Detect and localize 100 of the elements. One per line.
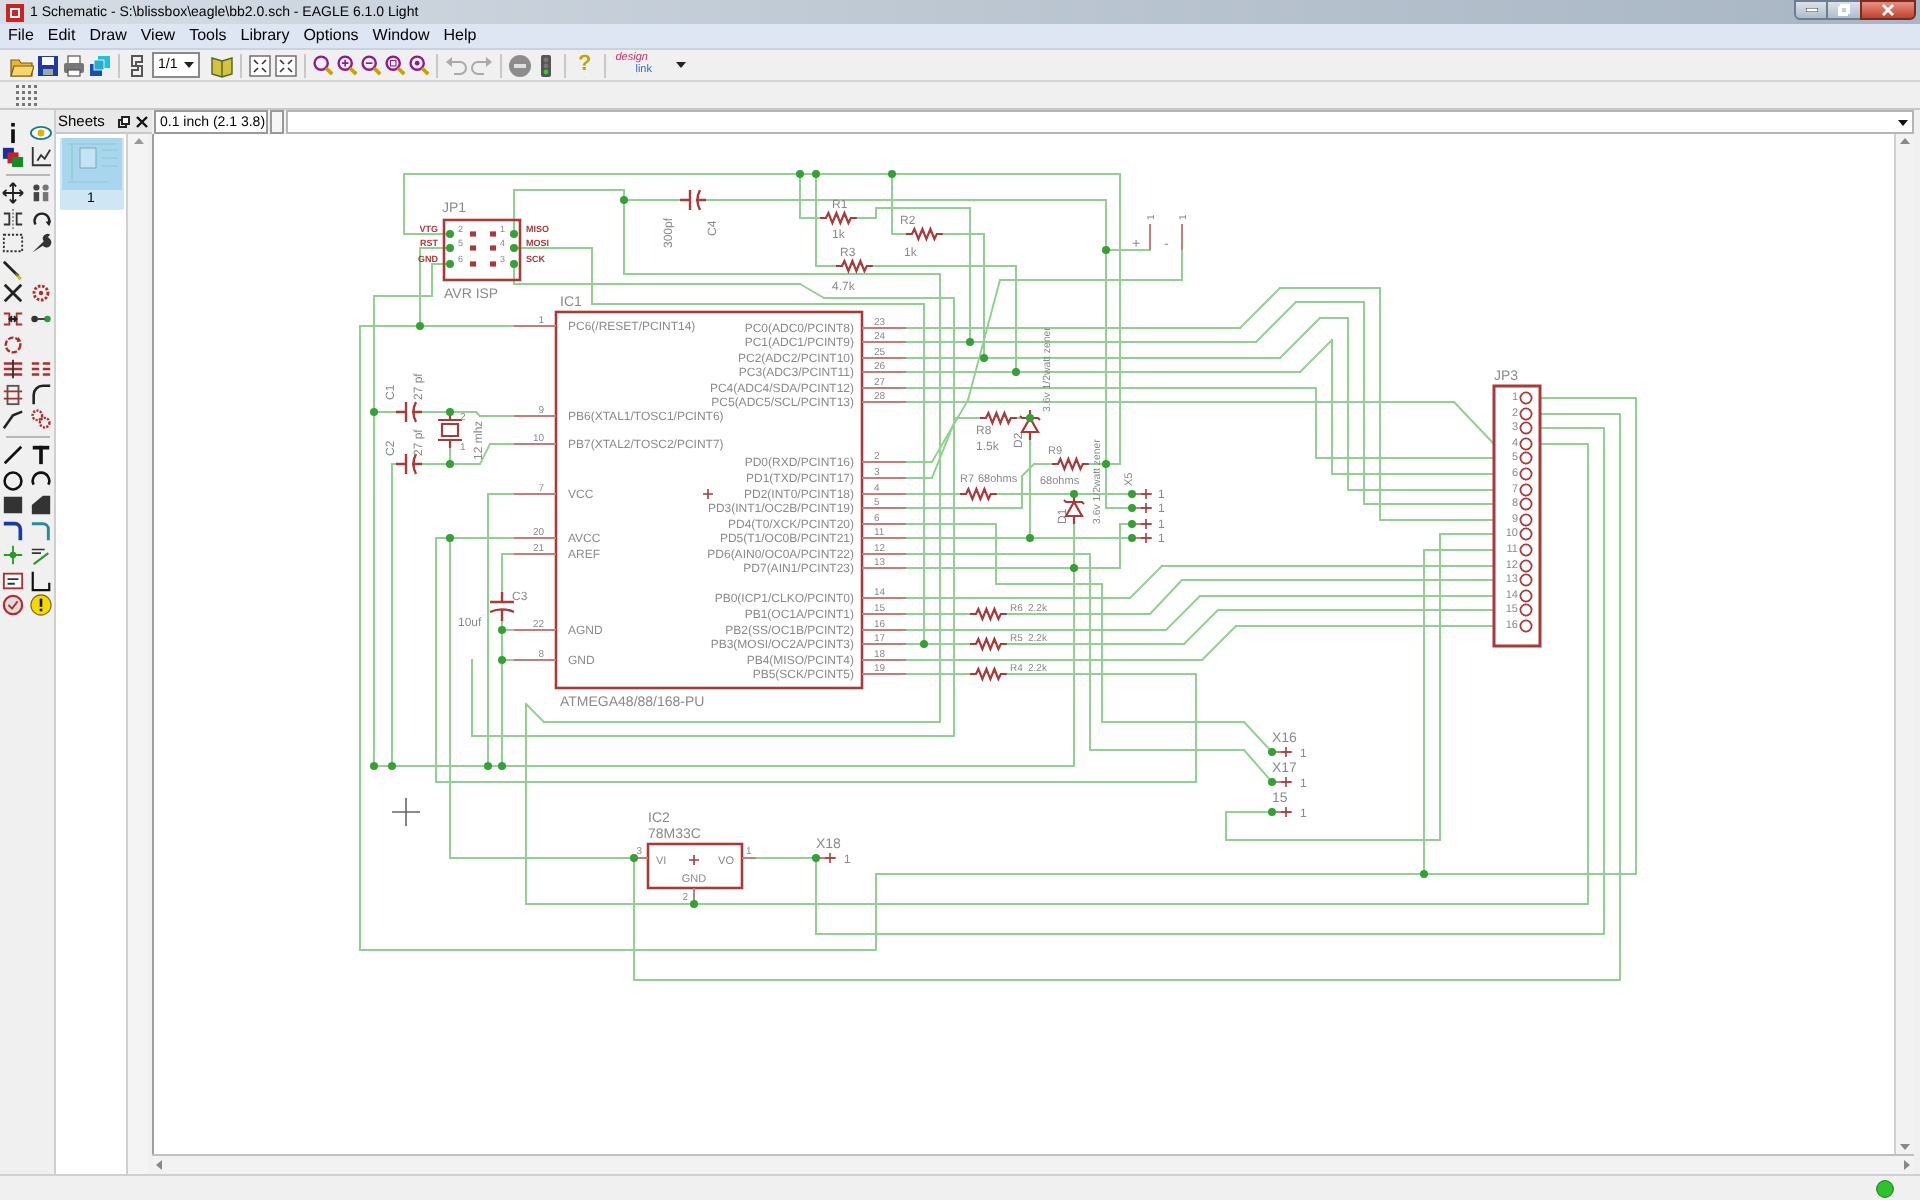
menu-item[interactable]: Options: [299, 28, 363, 44]
scroll-down-icon[interactable]: [1900, 1144, 1910, 1150]
circle-icon[interactable]: [2, 469, 24, 492]
wrench-icon[interactable]: [30, 232, 52, 255]
scrollbar[interactable]: [128, 134, 148, 1174]
origin-mark-icon: [1281, 807, 1291, 817]
menu-item[interactable]: Window: [368, 28, 434, 44]
minimize-icon[interactable]: [1805, 8, 1817, 12]
rectangle-icon[interactable]: [2, 494, 24, 517]
scroll-left-icon[interactable]: [156, 1160, 162, 1170]
rotate-icon[interactable]: [30, 207, 52, 230]
junction-dot: [1128, 534, 1136, 542]
check-circle-icon[interactable]: [2, 594, 24, 617]
menu-item[interactable]: Draw: [85, 28, 131, 44]
minimize-button[interactable]: [1794, 0, 1828, 20]
zoom-in-icon[interactable]: [336, 54, 358, 76]
menu-item[interactable]: View: [136, 28, 180, 44]
capacitor-symbol: [678, 188, 708, 212]
junction-dot: [1420, 870, 1428, 878]
mirror-icon[interactable]: [2, 207, 24, 230]
origin-mark-icon: [1281, 777, 1291, 787]
menu-item[interactable]: Help: [439, 28, 481, 44]
striped-rectangle-icon[interactable]: [2, 383, 24, 406]
close-button[interactable]: [1860, 0, 1916, 20]
copy-icon[interactable]: [30, 181, 52, 204]
swap-arrows-icon[interactable]: [2, 307, 24, 330]
junction-dot: [446, 534, 454, 542]
zoom-out-icon[interactable]: [360, 54, 382, 76]
dashed-stripes-icon[interactable]: [30, 358, 52, 381]
junction-dot: [498, 656, 506, 664]
junction-dot: [920, 640, 928, 648]
menu-item[interactable]: Tools: [185, 28, 231, 44]
menu-item[interactable]: Library: [236, 28, 294, 44]
note-icon[interactable]: [2, 569, 24, 592]
bent-line-icon[interactable]: [2, 408, 24, 431]
print-icon[interactable]: [62, 53, 86, 77]
junction-dot: [630, 854, 638, 862]
origin-mark-icon: [703, 489, 713, 499]
stacked-blocks-icon[interactable]: [88, 53, 112, 77]
curved-corner-icon[interactable]: [30, 383, 52, 406]
junction-dot: [1268, 748, 1276, 756]
scrollbar[interactable]: [152, 1154, 1914, 1174]
zoom-redraw-icon[interactable]: [408, 54, 430, 76]
polygon-icon[interactable]: [30, 494, 52, 517]
junction-dot: [510, 260, 518, 268]
scroll-right-icon[interactable]: [1904, 1160, 1910, 1170]
line-chart-icon[interactable]: [30, 146, 52, 169]
book-icon[interactable]: [210, 53, 234, 77]
junction-dot: [690, 900, 698, 908]
open-folder-icon[interactable]: [10, 53, 34, 77]
float-window-icon[interactable]: [118, 115, 130, 127]
scrollbar[interactable]: [1894, 134, 1914, 1154]
status-light-icon: [1876, 1179, 1894, 1197]
zener-diode-symbol: [1018, 408, 1042, 442]
origin-mark-icon: [1141, 489, 1151, 499]
gear-icon[interactable]: [30, 282, 52, 305]
zoom-select-icon[interactable]: [384, 54, 406, 76]
junction-dot: [498, 762, 506, 770]
label-icon[interactable]: [30, 544, 52, 567]
line-icon[interactable]: [2, 443, 24, 466]
crystal-symbol: [436, 410, 464, 450]
bus-icon[interactable]: [2, 519, 24, 542]
warning-icon[interactable]: [30, 594, 52, 617]
junction-dot: [1012, 368, 1020, 376]
stripes-icon[interactable]: [2, 358, 24, 381]
wand-icon[interactable]: [2, 257, 24, 280]
resistor-symbol: [1052, 456, 1089, 472]
junction-dot: [812, 170, 820, 178]
junction-dot: [1070, 490, 1078, 498]
layers-icon[interactable]: [2, 146, 24, 169]
menu-item[interactable]: File: [4, 28, 38, 44]
save-icon[interactable]: [36, 53, 60, 77]
junction-dot: [484, 762, 492, 770]
scroll-up-icon[interactable]: [1900, 138, 1910, 144]
text-icon[interactable]: [30, 443, 52, 466]
fit-window-icon[interactable]: [248, 53, 272, 77]
junction-dot: [980, 354, 988, 362]
maximize-button[interactable]: [1828, 0, 1860, 20]
eye-icon[interactable]: [30, 121, 52, 144]
resistor-symbol: [836, 258, 873, 274]
grid-icon[interactable]: [14, 83, 38, 107]
close-icon[interactable]: [136, 115, 148, 127]
net-icon[interactable]: [30, 519, 52, 542]
bracket-icon[interactable]: [30, 569, 52, 592]
fit-window-icon[interactable]: [274, 53, 298, 77]
delete-icon[interactable]: [2, 282, 24, 305]
scroll-up-icon[interactable]: [133, 138, 143, 144]
caret-icon[interactable]: [675, 62, 686, 68]
move-icon[interactable]: [2, 181, 24, 204]
caret-icon[interactable]: [184, 62, 194, 68]
command-input-field[interactable]: [286, 110, 1914, 134]
menu-item[interactable]: Edit: [43, 28, 80, 44]
zoom-fit-icon[interactable]: [312, 54, 334, 76]
caret-icon[interactable]: [1898, 119, 1908, 125]
group-icon[interactable]: [2, 232, 24, 255]
resistor-symbol: [960, 486, 997, 502]
dashed-rings-icon[interactable]: [30, 408, 52, 431]
stop-icon[interactable]: [508, 53, 532, 77]
junction-dot: [620, 196, 628, 204]
junction-dot: [1102, 460, 1110, 468]
